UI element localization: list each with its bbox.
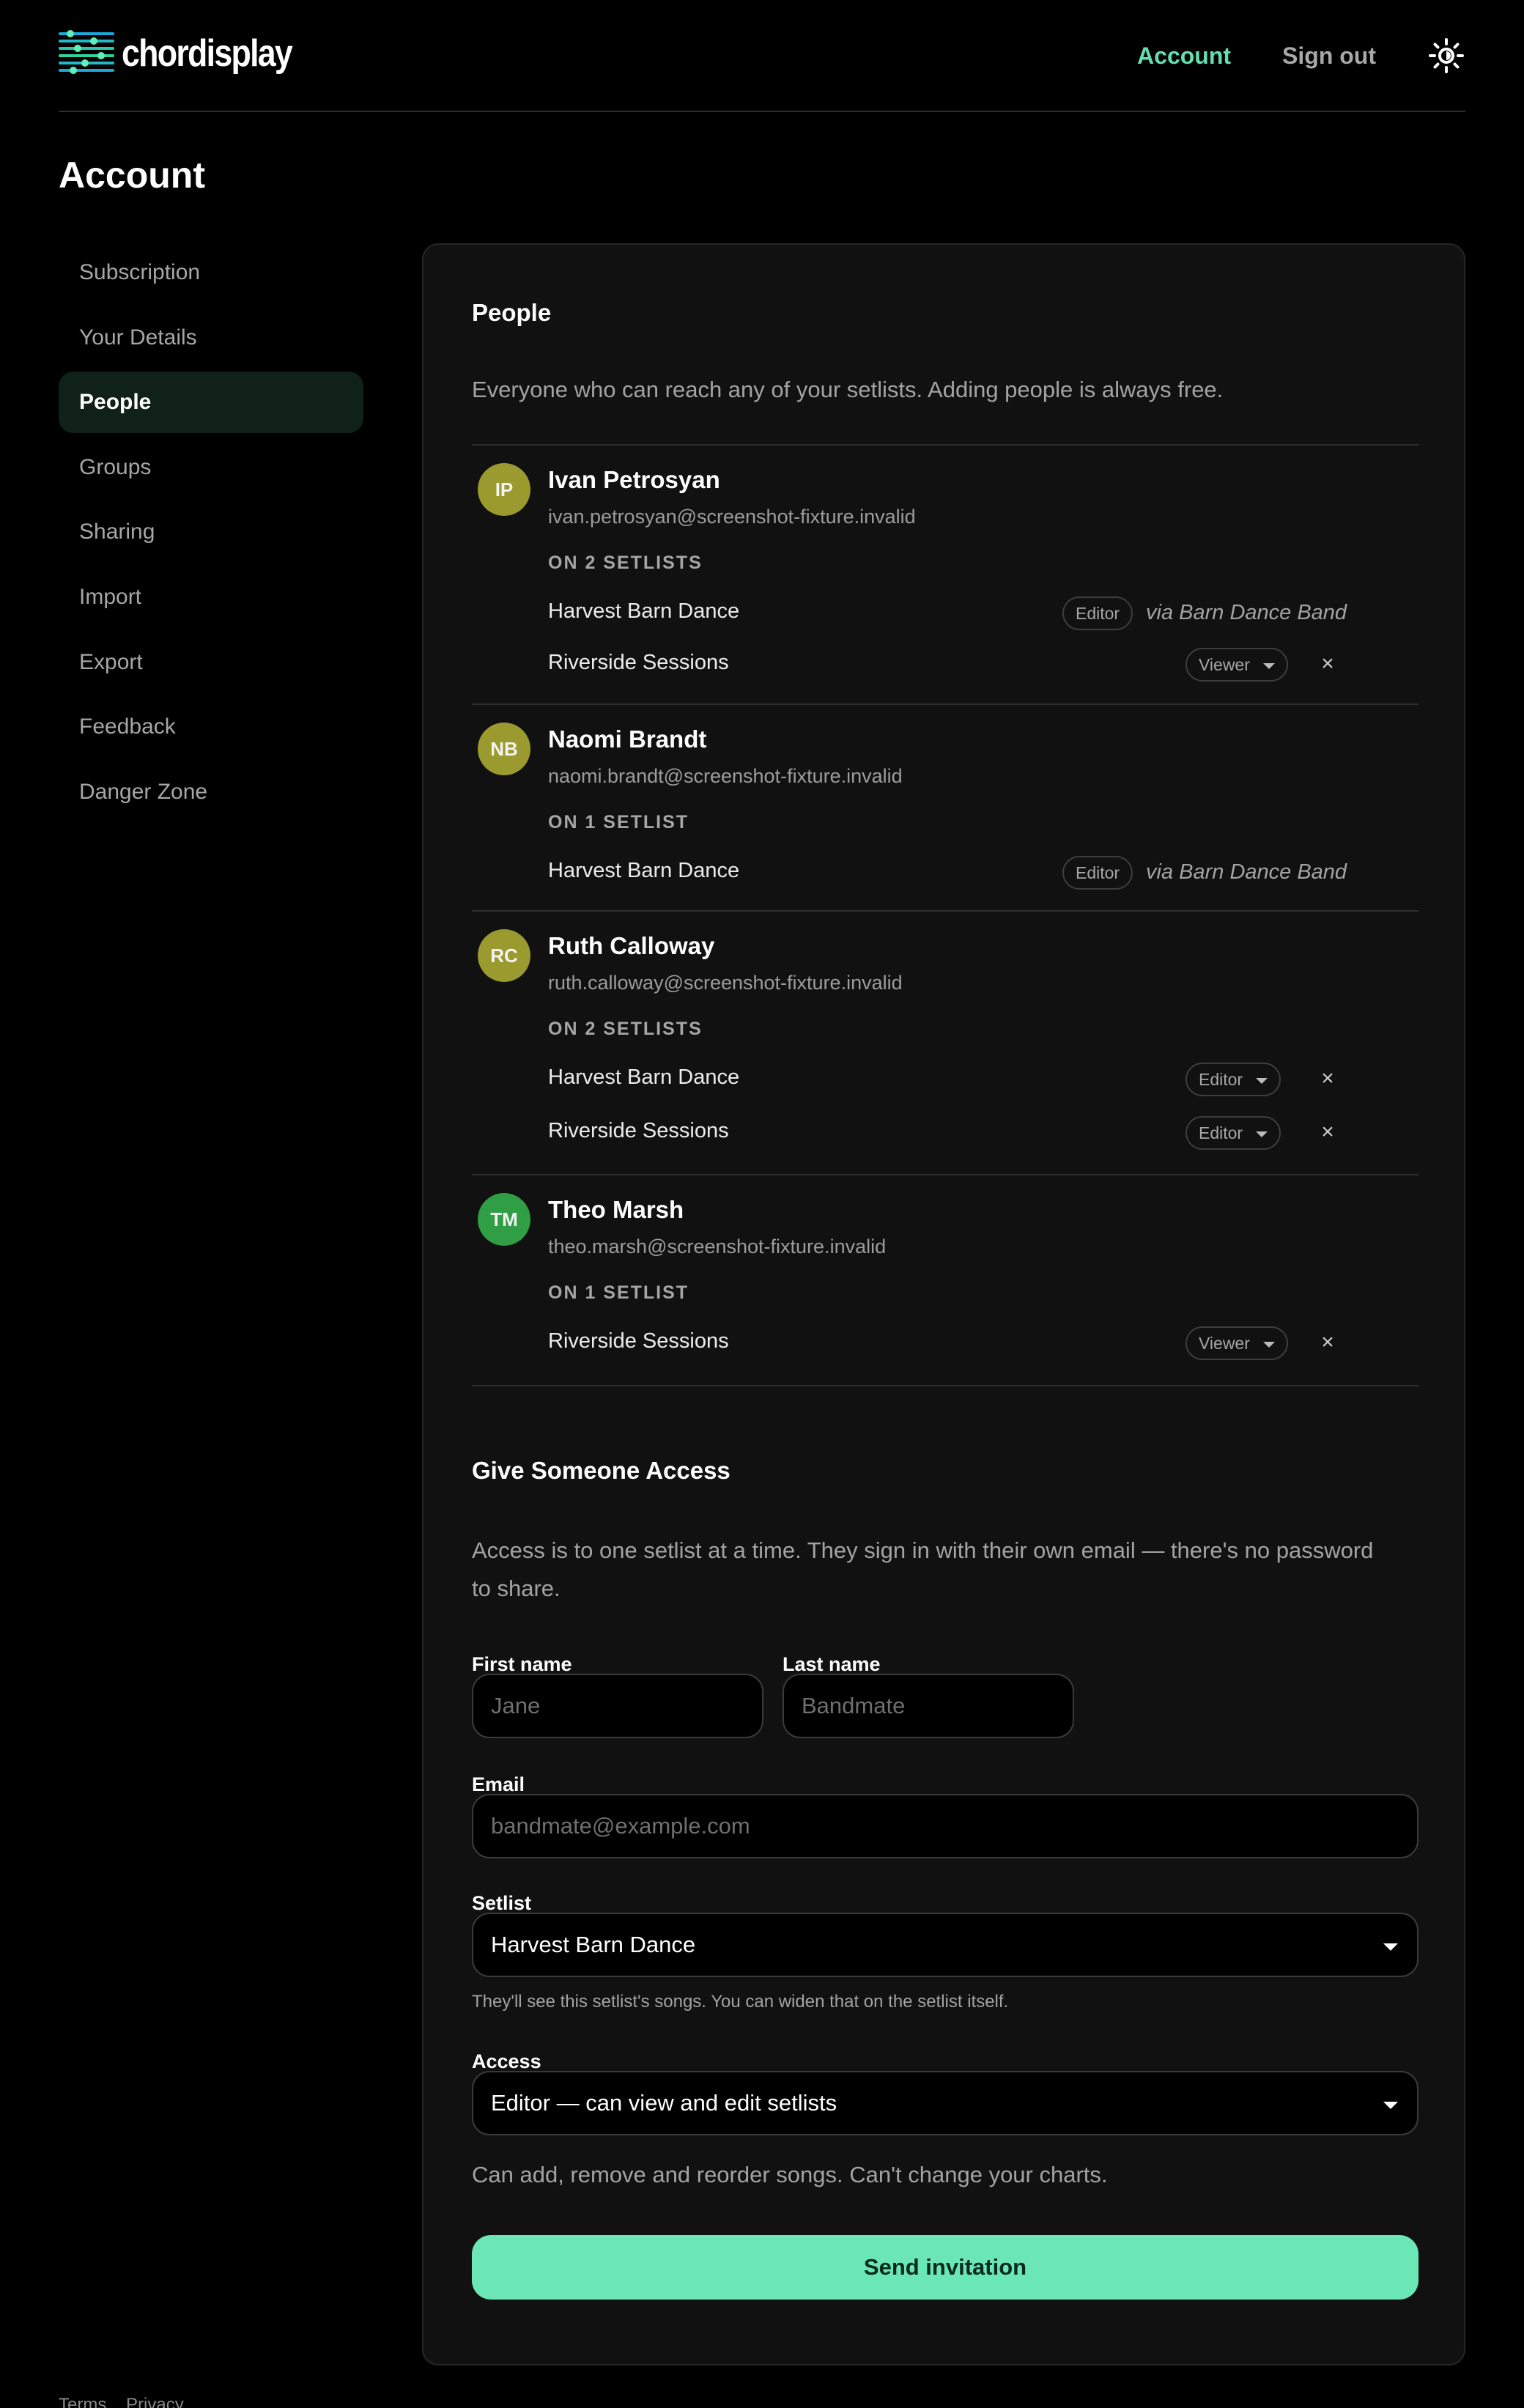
nav-signout-link[interactable]: Sign out [1282, 43, 1376, 70]
chevron-down-icon [1262, 663, 1275, 669]
last-name-label: Last name [783, 1653, 881, 1675]
close-icon[interactable]: × [1313, 1064, 1342, 1093]
role-dropdown[interactable]: Viewer [1185, 648, 1288, 682]
person-name: Ivan Petrosyan [548, 466, 720, 493]
last-name-input[interactable] [783, 1674, 1074, 1738]
close-icon[interactable]: × [1313, 1328, 1342, 1357]
people-section-title: People [472, 299, 552, 326]
setlist-name: Harvest Barn Dance [548, 859, 740, 882]
chevron-down-icon [1383, 1943, 1398, 1951]
sidebar-item-import[interactable]: Import [59, 566, 363, 628]
chevron-down-icon [1256, 1078, 1268, 1084]
setlist-row: Riverside Sessions Viewer × [548, 643, 1418, 684]
chevron-down-icon [1256, 1131, 1268, 1137]
role-badge: Editor [1062, 856, 1133, 890]
access-select[interactable]: Editor — can view and edit setlists [472, 2071, 1418, 2135]
setlist-select-value: Harvest Barn Dance [491, 1932, 696, 1957]
avatar: TM [478, 1193, 530, 1246]
person-email: theo.marsh@screenshot-fixture.invalid [548, 1236, 887, 1257]
role-badge: Editor [1062, 597, 1133, 630]
person-email: naomi.brandt@screenshot-fixture.invalid [548, 765, 903, 787]
setlist-row: Riverside Sessions Viewer × [548, 1322, 1418, 1363]
role-dropdown[interactable]: Editor [1185, 1116, 1281, 1150]
sidebar-item-people[interactable]: People [59, 372, 363, 434]
setlist-name: Harvest Barn Dance [548, 599, 740, 623]
sidebar-item-feedback[interactable]: Feedback [59, 696, 363, 758]
brand-logo[interactable]: chordisplay [59, 28, 319, 79]
avatar: RC [478, 929, 530, 982]
privacy-link[interactable]: Privacy [126, 2395, 184, 2408]
email-label: Email [472, 1773, 525, 1795]
invite-intro-line1: Access is to one setlist at a time. They… [472, 1537, 1374, 1563]
terms-link[interactable]: Terms [59, 2395, 106, 2408]
person-card: NB Naomi Brandt naomi.brandt@screenshot-… [472, 703, 1418, 910]
footer: Terms Privacy [59, 2395, 199, 2408]
setlist-count: ON 1 SETLIST [548, 1282, 689, 1303]
nav-account-link[interactable]: Account [1137, 43, 1231, 70]
send-invitation-button[interactable]: Send invitation [472, 2235, 1418, 2300]
setlist-name: Harvest Barn Dance [548, 1065, 740, 1089]
setlist-row: Riverside Sessions Editor × [548, 1112, 1418, 1153]
setlist-hint: They'll see this setlist's songs. You ca… [472, 1992, 1009, 2012]
sidebar-item-sharing[interactable]: Sharing [59, 501, 363, 563]
setlist-count: ON 2 SETLISTS [548, 1019, 703, 1039]
email-input[interactable] [472, 1794, 1418, 1858]
access-select-value: Editor — can view and edit setlists [491, 2090, 837, 2116]
sidebar-item-subscription[interactable]: Subscription [59, 242, 363, 303]
person-card: RC Ruth Calloway ruth.calloway@screensho… [472, 910, 1418, 1174]
setlist-row: Harvest Barn Dance Editor via Barn Dance… [548, 852, 1418, 893]
person-email: ivan.petrosyan@screenshot-fixture.invali… [548, 506, 916, 528]
page-title: Account [59, 155, 205, 196]
person-email: ruth.calloway@screenshot-fixture.invalid [548, 972, 903, 994]
brand-name: chordisplay [122, 32, 293, 75]
setlist-name: Riverside Sessions [548, 651, 729, 674]
setlist-label: Setlist [472, 1892, 532, 1914]
person-card: TM Theo Marsh theo.marsh@screenshot-fixt… [472, 1174, 1418, 1386]
person-name: Ruth Calloway [548, 932, 715, 959]
setlist-row: Harvest Barn Dance Editor via Barn Dance… [548, 592, 1418, 633]
top-header: chordisplay Account Sign out [59, 0, 1465, 112]
person-name: Naomi Brandt [548, 725, 707, 753]
person-card: IP Ivan Petrosyan ivan.petrosyan@screens… [472, 444, 1418, 703]
setlist-name: Riverside Sessions [548, 1329, 729, 1353]
role-dropdown[interactable]: Viewer [1185, 1326, 1288, 1360]
people-card: People Everyone who can reach any of you… [422, 243, 1465, 2365]
first-name-label: First name [472, 1653, 572, 1675]
setlist-count: ON 1 SETLIST [548, 812, 689, 832]
sidebar-item-your-details[interactable]: Your Details [59, 307, 363, 369]
role-dropdown[interactable]: Editor [1185, 1063, 1281, 1096]
sun-icon[interactable] [1427, 37, 1465, 75]
sidebar-item-export[interactable]: Export [59, 632, 363, 693]
setlist-count: ON 2 SETLISTS [548, 553, 703, 573]
invite-section-title: Give Someone Access [472, 1457, 730, 1484]
equalizer-logo-icon [59, 30, 114, 74]
chevron-down-icon [1383, 2102, 1398, 2109]
first-name-input[interactable] [472, 1674, 763, 1738]
setlist-select[interactable]: Harvest Barn Dance [472, 1913, 1418, 1977]
via-group-label: via Barn Dance Band [1146, 860, 1347, 884]
invite-intro-line2: to share. [472, 1576, 561, 1601]
account-sidebar: Subscription Your Details People Groups … [59, 242, 363, 826]
person-name: Theo Marsh [548, 1196, 684, 1223]
top-nav: Account Sign out [1137, 35, 1465, 76]
setlist-row: Harvest Barn Dance Editor × [548, 1058, 1418, 1099]
close-icon[interactable]: × [1313, 1118, 1342, 1147]
chevron-down-icon [1262, 1342, 1275, 1348]
access-description: Can add, remove and reorder songs. Can't… [472, 2162, 1108, 2187]
sidebar-item-groups[interactable]: Groups [59, 437, 363, 498]
access-label: Access [472, 2050, 541, 2072]
avatar: IP [478, 463, 530, 516]
avatar: NB [478, 723, 530, 775]
setlist-name: Riverside Sessions [548, 1119, 729, 1142]
via-group-label: via Barn Dance Band [1146, 601, 1347, 624]
sidebar-item-danger-zone[interactable]: Danger Zone [59, 761, 363, 823]
close-icon[interactable]: × [1313, 649, 1342, 679]
people-intro: Everyone who can reach any of your setli… [472, 377, 1224, 402]
